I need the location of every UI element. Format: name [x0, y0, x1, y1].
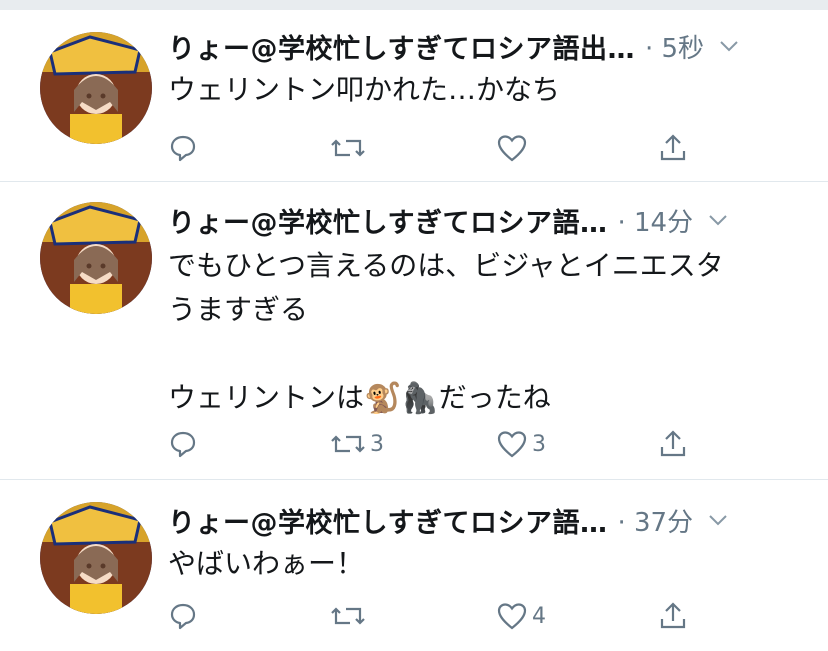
like-count: 4 — [532, 603, 546, 629]
share-icon — [660, 134, 686, 161]
avatar[interactable] — [40, 32, 152, 144]
tweet-text-line: うますぎる — [168, 293, 309, 326]
timestamp[interactable]: · 5秒 — [645, 28, 704, 65]
tweet-text: でもひとつ言えるのは、ビジャとイニエスタ うますぎる ウェリントンは🐒🦍だったね — [168, 244, 788, 421]
retweet-count: 3 — [370, 431, 384, 457]
share-icon — [660, 430, 686, 457]
display-name[interactable]: りょー@学校忙しすぎてロシア語… — [168, 201, 607, 240]
reply-button[interactable] — [168, 424, 202, 464]
reply-icon — [170, 431, 196, 458]
timestamp[interactable]: · 37分 — [617, 502, 693, 539]
top-separator — [0, 0, 828, 10]
gorilla-emoji-icon: 🦍 — [401, 381, 439, 416]
heart-icon — [497, 431, 527, 458]
retweet-icon — [331, 607, 365, 625]
share-button[interactable] — [658, 424, 688, 464]
tweet-text-line: でもひとつ言えるのは、ビジャとイニエスタ — [168, 249, 724, 282]
tweet-text-line: ウェリントンは🐒🦍だったね — [168, 376, 788, 421]
chevron-down-icon[interactable] — [707, 209, 729, 231]
share-icon — [660, 602, 686, 629]
retweet-button[interactable] — [330, 128, 370, 168]
retweet-button[interactable]: 3 — [330, 424, 384, 464]
tweet-text-segment: ウェリントンは — [168, 381, 365, 414]
like-button[interactable]: 4 — [496, 596, 546, 636]
tweet-text: ウェリントン叩かれた…かなち — [168, 73, 561, 106]
chevron-down-icon[interactable] — [707, 509, 729, 531]
tweet-text-segment: だったね — [438, 381, 551, 414]
timestamp[interactable]: · 14分 — [617, 202, 693, 239]
reply-icon — [170, 603, 196, 630]
heart-icon — [497, 135, 527, 162]
avatar[interactable] — [40, 502, 152, 614]
tweet-2[interactable]: りょー@学校忙しすぎてロシア語… · 14分 でもひとつ言えるのは、ビジャとイニ… — [0, 182, 828, 480]
reply-button[interactable] — [168, 596, 202, 636]
like-button[interactable]: 3 — [496, 424, 546, 464]
heart-icon — [497, 603, 527, 630]
chevron-down-icon[interactable] — [718, 35, 740, 57]
tweet-text: やばいわぁー！ — [168, 547, 365, 580]
share-button[interactable] — [658, 128, 688, 168]
retweet-icon — [331, 435, 365, 453]
tweet-1[interactable]: りょー@学校忙しすぎてロシア語出… · 5秒 ウェリントン叩かれた…かなち — [0, 10, 828, 182]
monkey-emoji-icon: 🐒 — [364, 381, 402, 416]
reply-icon — [170, 135, 196, 162]
display-name[interactable]: りょー@学校忙しすぎてロシア語… — [168, 501, 607, 540]
share-button[interactable] — [658, 596, 688, 636]
avatar[interactable] — [40, 202, 152, 314]
display-name[interactable]: りょー@学校忙しすぎてロシア語出… — [168, 27, 635, 66]
like-button[interactable] — [496, 128, 532, 168]
tweet-3[interactable]: りょー@学校忙しすぎてロシア語… · 37分 やばいわぁー！ 4 — [0, 480, 828, 651]
like-count: 3 — [532, 431, 546, 457]
retweet-icon — [331, 139, 365, 157]
reply-button[interactable] — [168, 128, 202, 168]
retweet-button[interactable] — [330, 596, 370, 636]
